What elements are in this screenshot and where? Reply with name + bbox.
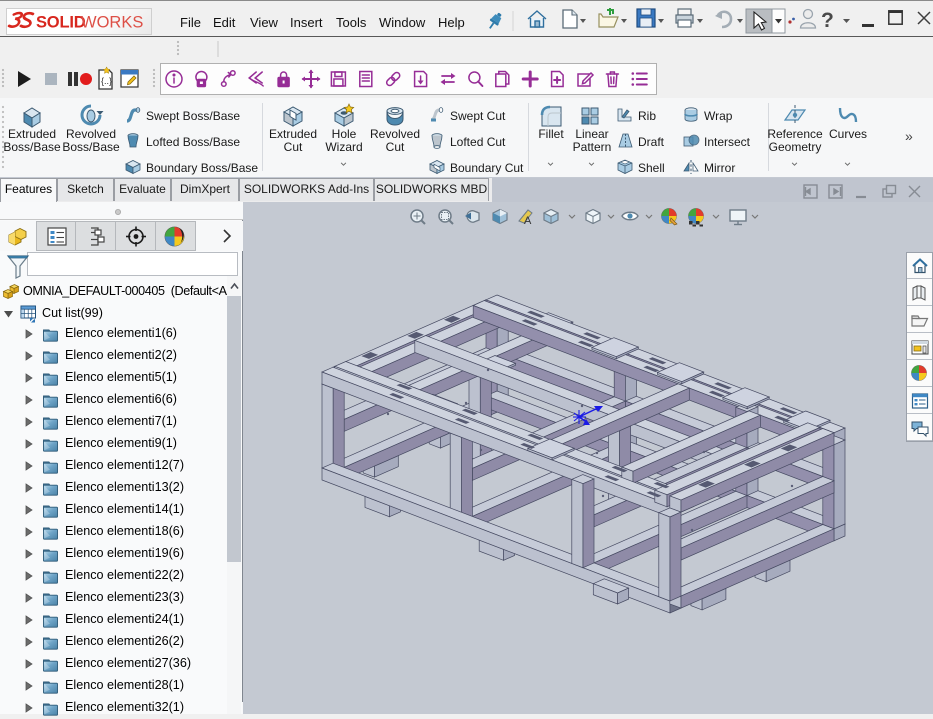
- svg-text:A: A: [524, 215, 532, 227]
- svg-text:{..}: {..}: [101, 76, 112, 86]
- svg-text:WORKS: WORKS: [81, 14, 143, 32]
- svg-text:SOLID: SOLID: [36, 14, 86, 32]
- svg-text:?: ?: [821, 9, 834, 32]
